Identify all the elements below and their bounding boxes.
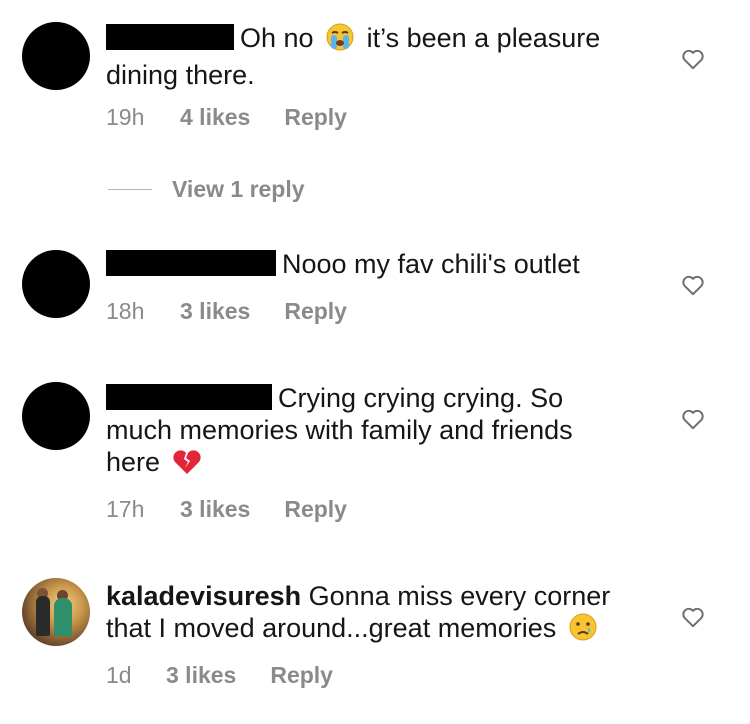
heart-icon[interactable] [680, 604, 706, 630]
avatar[interactable] [22, 250, 90, 318]
heart-icon[interactable] [680, 406, 706, 432]
loudly-crying-face-icon [325, 22, 355, 59]
heart-icon[interactable] [680, 46, 706, 72]
redacted-username [106, 250, 276, 276]
username[interactable]: kaladevisuresh [106, 581, 301, 611]
divider-line [108, 189, 152, 190]
likes-count[interactable]: 3 likes [180, 496, 250, 523]
timestamp: 19h [106, 104, 145, 130]
comment-meta: 17h 3 likes Reply [106, 496, 347, 523]
comment-text: Oh no it’s been a pleasure dining there. [106, 22, 646, 91]
reply-button[interactable]: Reply [284, 104, 347, 131]
timestamp: 18h [106, 298, 145, 324]
comment-meta: 1d 3 likes Reply [106, 662, 333, 689]
redacted-username [106, 384, 272, 410]
broken-heart-icon [172, 448, 202, 483]
comment-text: kaladevisuresh Gonna miss every corner t… [106, 580, 646, 649]
view-replies-button[interactable]: View 1 reply [108, 176, 305, 203]
likes-count[interactable]: 4 likes [180, 104, 250, 131]
avatar[interactable] [22, 578, 90, 646]
comment-text: Nooo my fav chili's outlet [106, 248, 646, 280]
view-replies-label: View 1 reply [172, 176, 305, 202]
comment-text-part-1: Oh no [240, 23, 314, 53]
redacted-username [106, 24, 234, 50]
crying-face-icon [568, 612, 598, 649]
comment-meta: 18h 3 likes Reply [106, 298, 347, 325]
comment-meta: 19h 4 likes Reply [106, 104, 347, 131]
avatar[interactable] [22, 22, 90, 90]
timestamp: 1d [106, 662, 132, 688]
comment-text: Crying crying crying. So much memories w… [106, 382, 626, 483]
reply-button[interactable]: Reply [284, 496, 347, 523]
likes-count[interactable]: 3 likes [180, 298, 250, 325]
reply-button[interactable]: Reply [270, 662, 333, 689]
timestamp: 17h [106, 496, 145, 522]
reply-button[interactable]: Reply [284, 298, 347, 325]
comment-text-content: Nooo my fav chili's outlet [282, 249, 580, 279]
heart-icon[interactable] [680, 272, 706, 298]
likes-count[interactable]: 3 likes [166, 662, 236, 689]
avatar[interactable] [22, 382, 90, 450]
